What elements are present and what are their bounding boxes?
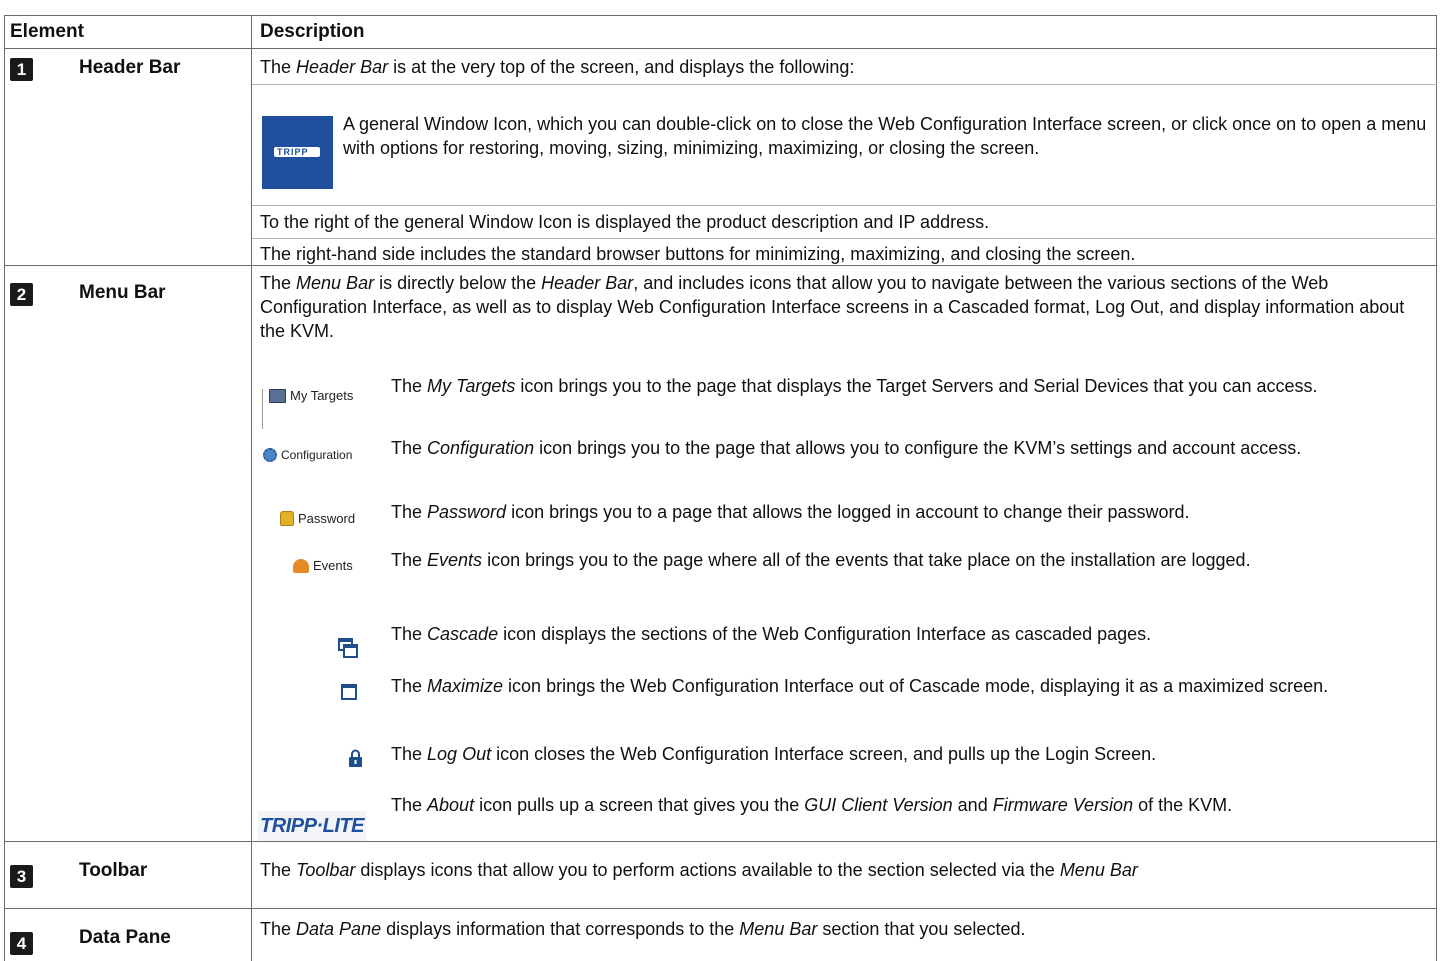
row-description: The Header Bar is at the very top of the… xyxy=(260,57,855,77)
row-description: The right-hand side includes the standar… xyxy=(260,244,1136,264)
menu-item-description: The My Targets icon brings you to the pa… xyxy=(391,376,1318,396)
menu-icon-label: My Targets xyxy=(290,388,354,403)
number-badge: 1 xyxy=(10,58,33,81)
subrow-rule xyxy=(252,84,1437,85)
row-description: To the right of the general Window Icon … xyxy=(260,212,990,232)
bell-icon xyxy=(293,558,309,573)
events-menu-icon: Events xyxy=(293,558,353,573)
element-name: Header Bar xyxy=(79,57,181,78)
number-badge: 2 xyxy=(10,283,33,306)
cascade-icon xyxy=(338,638,358,658)
table-top-rule xyxy=(4,15,1437,16)
menu-item-description: The Configuration icon brings you to the… xyxy=(391,438,1302,458)
menu-icon-label: Password xyxy=(298,511,356,526)
menu-item-description: The Events icon brings you to the page w… xyxy=(391,550,1251,570)
menu-item-description: The Maximize icon brings the Web Configu… xyxy=(391,676,1329,696)
gear-icon xyxy=(263,448,277,462)
element-name: Data Pane xyxy=(79,927,171,948)
maximize-icon xyxy=(341,684,357,700)
column-header-description: Description xyxy=(260,21,365,42)
window-icon: TRIPP xyxy=(262,116,333,189)
number-badge: 3 xyxy=(10,865,33,888)
password-menu-icon: Password xyxy=(280,511,355,526)
row-description: The Data Pane displays information that … xyxy=(260,919,1026,939)
tripp-lite-logo: TRIPP·LITE xyxy=(258,811,366,841)
column-divider xyxy=(251,15,252,961)
header-bottom-rule xyxy=(4,48,1437,49)
element-name: Toolbar xyxy=(79,860,148,881)
menu-item-description: The Password icon brings you to a page t… xyxy=(391,502,1190,522)
menu-icon-label: Events xyxy=(313,558,353,573)
window-icon-description: A general Window Icon, which you can dou… xyxy=(343,114,1427,158)
element-description-table: Element Description 1 Header Bar The Hea… xyxy=(4,15,1437,961)
configuration-menu-icon: Configuration xyxy=(263,448,352,462)
menu-item-description: The Log Out icon closes the Web Configur… xyxy=(391,744,1157,764)
row-description: The Toolbar displays icons that allow yo… xyxy=(260,860,1138,880)
menu-icon-label: Configuration xyxy=(281,448,353,462)
element-name: Menu Bar xyxy=(79,282,166,303)
lock-icon xyxy=(349,749,362,767)
column-header-element: Element xyxy=(10,21,84,42)
monitor-icon xyxy=(269,388,286,403)
window-icon-logo: TRIPP xyxy=(277,147,309,157)
table-left-rule xyxy=(4,15,5,961)
menu-separator xyxy=(262,389,263,429)
menu-item-description: The Cascade icon displays the sections o… xyxy=(391,624,1152,644)
row-rule xyxy=(4,908,1437,909)
row-description: The Menu Bar is directly below the Heade… xyxy=(260,273,1405,341)
row-rule xyxy=(4,841,1437,842)
subrow-rule xyxy=(252,238,1437,239)
menu-item-description: The About icon pulls up a screen that gi… xyxy=(391,795,1233,815)
table-right-rule xyxy=(1436,15,1437,961)
number-badge: 4 xyxy=(10,932,33,955)
padlock-icon xyxy=(280,511,294,526)
subrow-rule xyxy=(252,205,1437,206)
my-targets-menu-icon: My Targets xyxy=(269,388,353,403)
